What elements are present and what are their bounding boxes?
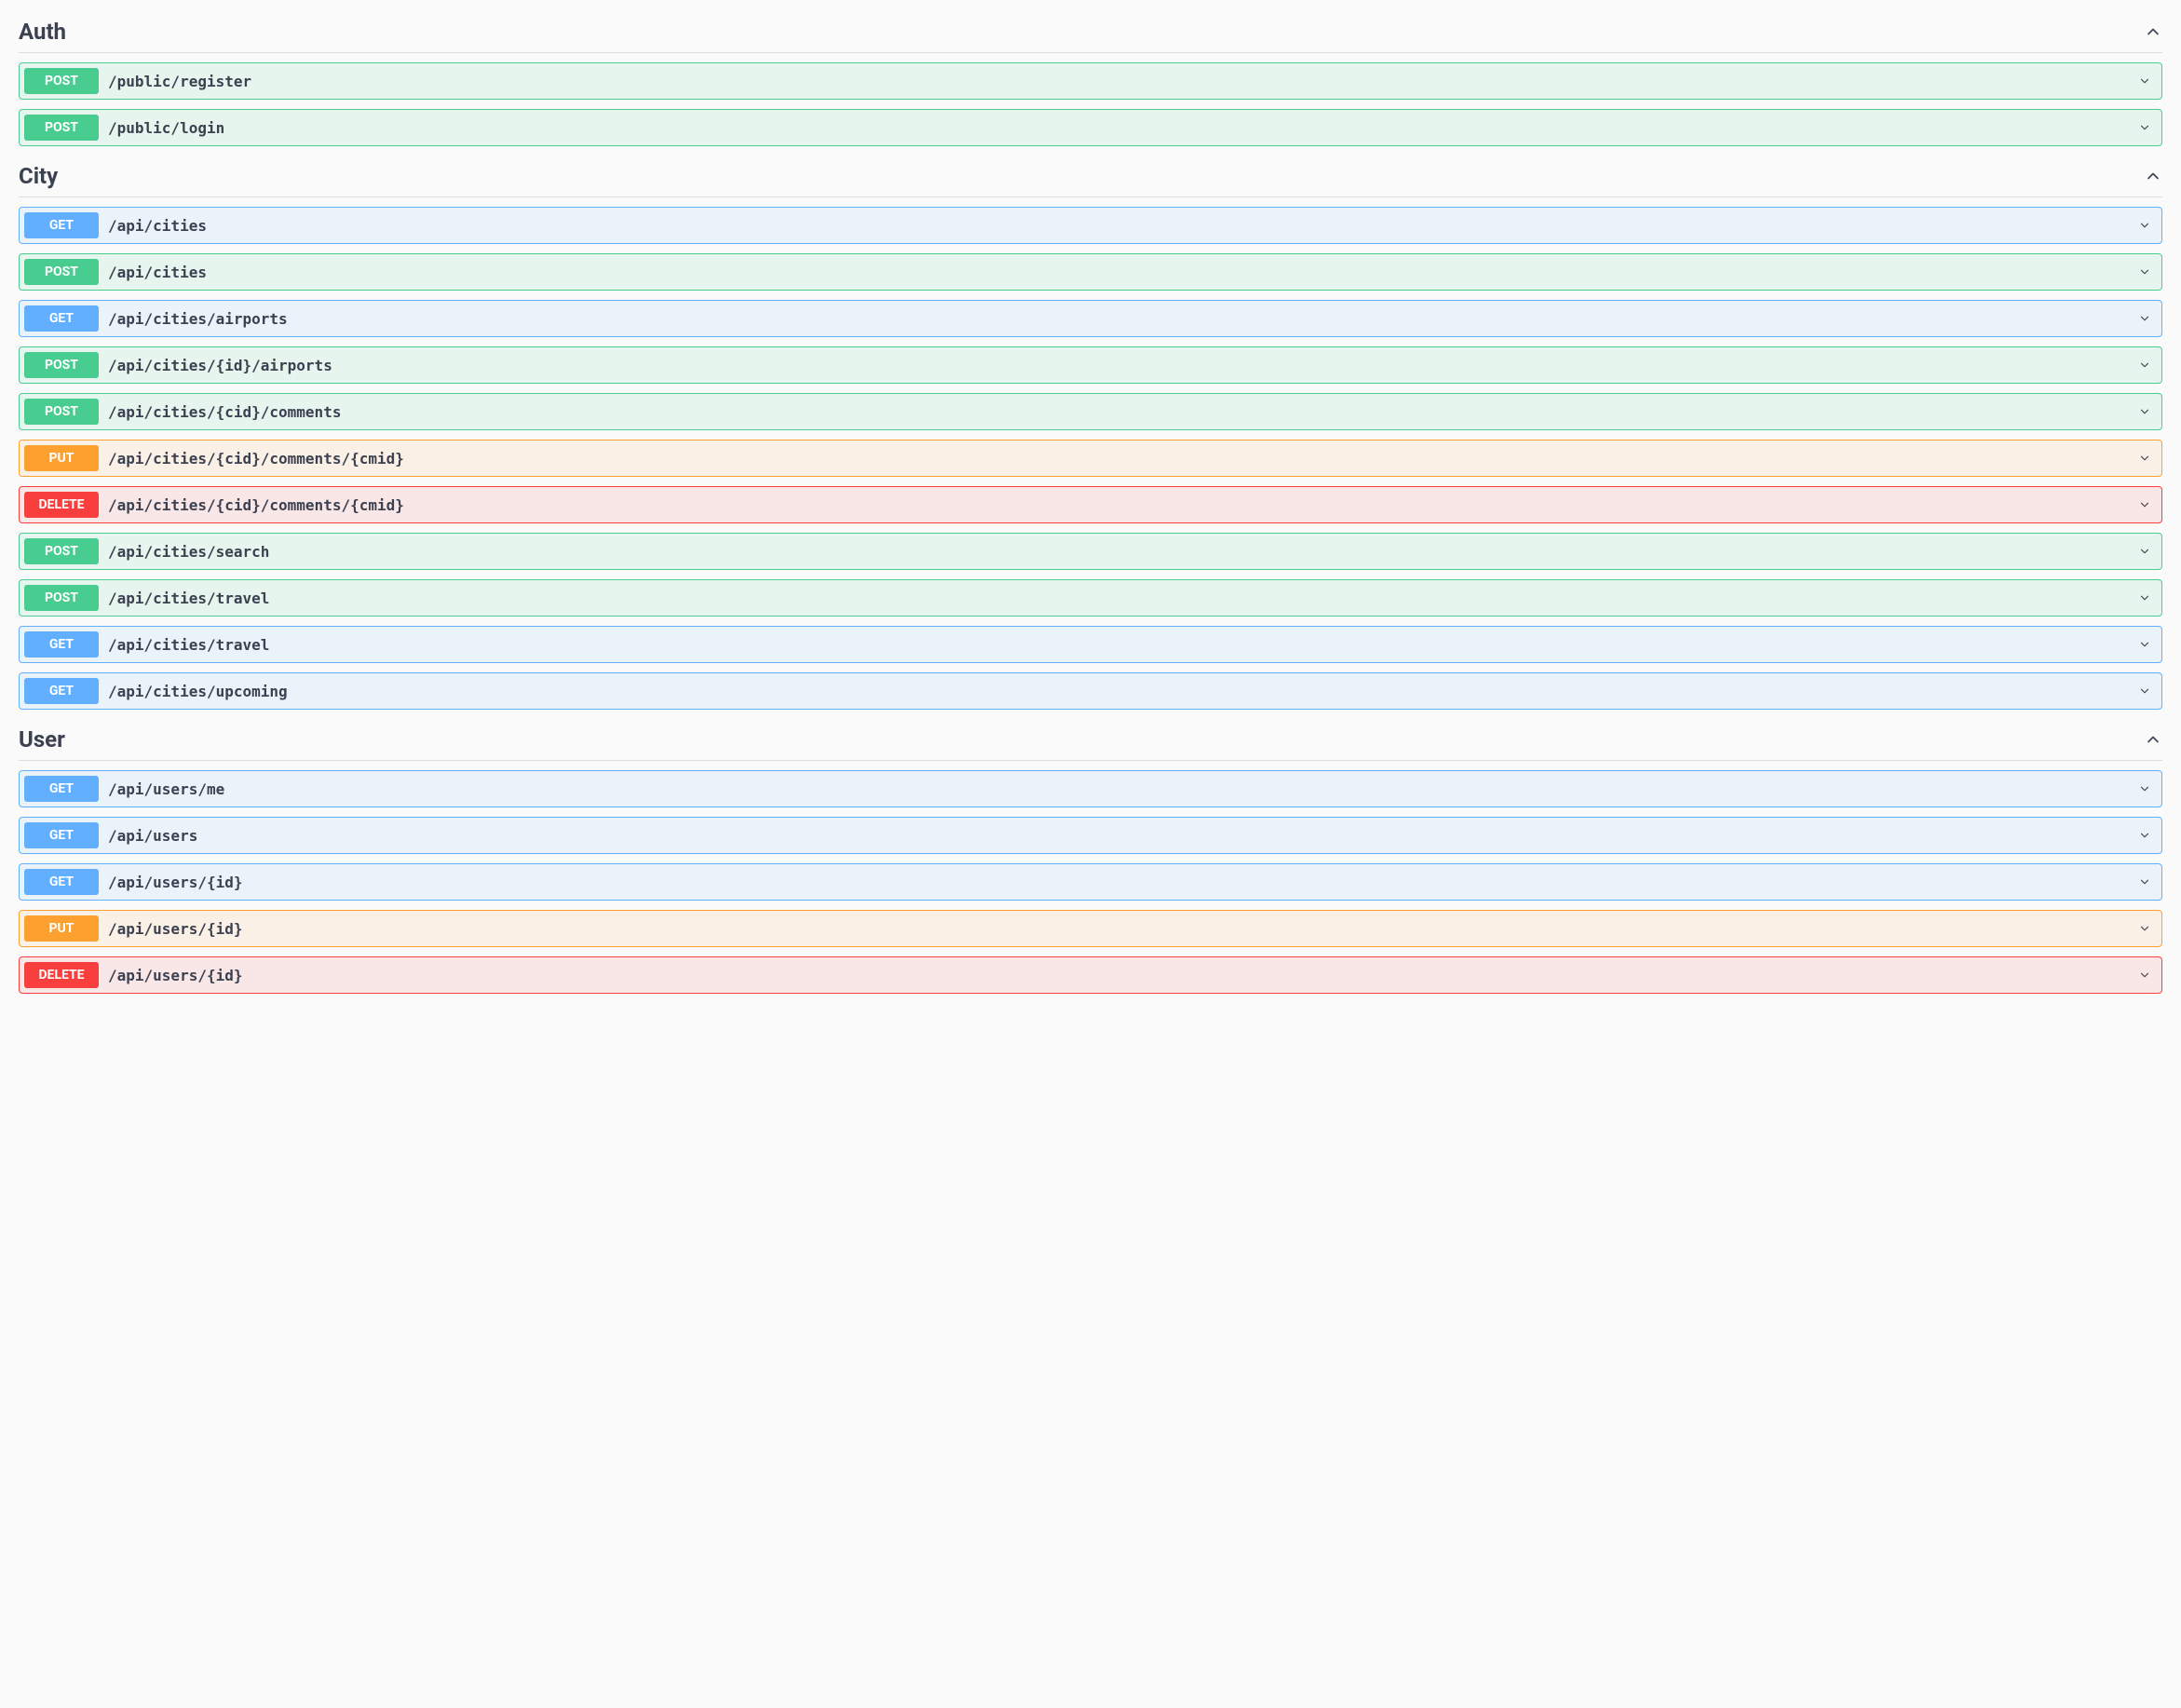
chevron-down-icon[interactable]: [2138, 449, 2157, 468]
endpoint-row[interactable]: PUT/api/cities/{cid}/comments/{cmid}: [19, 440, 2162, 477]
method-badge-get: GET: [24, 212, 99, 238]
endpoint-row[interactable]: POST/public/register: [19, 62, 2162, 100]
chevron-up-icon[interactable]: [2144, 22, 2162, 41]
endpoint-row[interactable]: DELETE/api/cities/{cid}/comments/{cmid}: [19, 486, 2162, 523]
endpoint-path: /api/cities/travel: [108, 636, 2138, 654]
method-badge-put: PUT: [24, 915, 99, 942]
method-badge-get: GET: [24, 822, 99, 848]
chevron-down-icon[interactable]: [2138, 309, 2157, 328]
endpoint-row[interactable]: GET/api/cities/airports: [19, 300, 2162, 337]
method-badge-post: POST: [24, 259, 99, 285]
method-badge-post: POST: [24, 538, 99, 564]
chevron-down-icon[interactable]: [2138, 873, 2157, 891]
endpoint-row[interactable]: GET/api/cities/travel: [19, 626, 2162, 663]
endpoint-row[interactable]: POST/api/cities/search: [19, 533, 2162, 570]
endpoint-row[interactable]: GET/api/cities: [19, 207, 2162, 244]
chevron-down-icon[interactable]: [2138, 682, 2157, 700]
chevron-down-icon[interactable]: [2138, 966, 2157, 984]
endpoint-path: /public/login: [108, 119, 2138, 137]
method-badge-get: GET: [24, 678, 99, 704]
endpoint-row[interactable]: POST/api/cities/{cid}/comments: [19, 393, 2162, 430]
chevron-down-icon[interactable]: [2138, 402, 2157, 421]
chevron-down-icon[interactable]: [2138, 919, 2157, 938]
endpoint-row[interactable]: POST/api/cities/travel: [19, 579, 2162, 617]
chevron-down-icon[interactable]: [2138, 72, 2157, 90]
endpoint-row[interactable]: GET/api/users/{id}: [19, 863, 2162, 901]
method-badge-post: POST: [24, 115, 99, 141]
endpoint-path: /public/register: [108, 73, 2138, 90]
endpoint-path: /api/users/me: [108, 780, 2138, 798]
tag-header[interactable]: City: [19, 156, 2162, 197]
endpoint-path: /api/cities/{id}/airports: [108, 357, 2138, 374]
endpoint-row[interactable]: PUT/api/users/{id}: [19, 910, 2162, 947]
tag-title: Auth: [19, 19, 66, 45]
endpoint-path: /api/users: [108, 827, 2138, 845]
endpoint-row[interactable]: GET/api/cities/upcoming: [19, 672, 2162, 710]
endpoint-path: /api/cities/{cid}/comments/{cmid}: [108, 450, 2138, 468]
endpoint-path: /api/cities: [108, 264, 2138, 281]
method-badge-post: POST: [24, 68, 99, 94]
endpoint-path: /api/cities/{cid}/comments: [108, 403, 2138, 421]
endpoint-row[interactable]: POST/public/login: [19, 109, 2162, 146]
chevron-down-icon[interactable]: [2138, 216, 2157, 235]
chevron-up-icon[interactable]: [2144, 167, 2162, 185]
endpoint-row[interactable]: GET/api/users/me: [19, 770, 2162, 807]
endpoint-row[interactable]: DELETE/api/users/{id}: [19, 956, 2162, 994]
tag-title: City: [19, 163, 58, 189]
endpoint-path: /api/users/{id}: [108, 874, 2138, 891]
chevron-down-icon[interactable]: [2138, 495, 2157, 514]
chevron-down-icon[interactable]: [2138, 635, 2157, 654]
method-badge-get: GET: [24, 305, 99, 332]
method-badge-get: GET: [24, 776, 99, 802]
chevron-down-icon[interactable]: [2138, 356, 2157, 374]
tag-title: User: [19, 726, 65, 752]
tag-section: AuthPOST/public/registerPOST/public/logi…: [19, 11, 2162, 146]
endpoint-row[interactable]: GET/api/users: [19, 817, 2162, 854]
method-badge-get: GET: [24, 869, 99, 895]
endpoint-path: /api/cities/travel: [108, 590, 2138, 607]
method-badge-get: GET: [24, 631, 99, 657]
method-badge-post: POST: [24, 585, 99, 611]
tag-header[interactable]: User: [19, 719, 2162, 761]
tag-header[interactable]: Auth: [19, 11, 2162, 53]
endpoint-row[interactable]: POST/api/cities/{id}/airports: [19, 346, 2162, 384]
method-badge-delete: DELETE: [24, 962, 99, 988]
method-badge-delete: DELETE: [24, 492, 99, 518]
chevron-down-icon[interactable]: [2138, 263, 2157, 281]
chevron-down-icon[interactable]: [2138, 118, 2157, 137]
chevron-down-icon[interactable]: [2138, 542, 2157, 561]
method-badge-post: POST: [24, 399, 99, 425]
endpoint-path: /api/users/{id}: [108, 967, 2138, 984]
method-badge-post: POST: [24, 352, 99, 378]
endpoint-row[interactable]: POST/api/cities: [19, 253, 2162, 291]
endpoint-path: /api/users/{id}: [108, 920, 2138, 938]
endpoint-path: /api/cities/search: [108, 543, 2138, 561]
endpoint-path: /api/cities/upcoming: [108, 683, 2138, 700]
endpoint-path: /api/cities: [108, 217, 2138, 235]
chevron-down-icon[interactable]: [2138, 826, 2157, 845]
method-badge-put: PUT: [24, 445, 99, 471]
chevron-down-icon[interactable]: [2138, 589, 2157, 607]
chevron-up-icon[interactable]: [2144, 730, 2162, 749]
tag-section: CityGET/api/citiesPOST/api/citiesGET/api…: [19, 156, 2162, 710]
tag-section: UserGET/api/users/meGET/api/usersGET/api…: [19, 719, 2162, 994]
endpoint-path: /api/cities/{cid}/comments/{cmid}: [108, 496, 2138, 514]
endpoint-path: /api/cities/airports: [108, 310, 2138, 328]
chevron-down-icon[interactable]: [2138, 779, 2157, 798]
